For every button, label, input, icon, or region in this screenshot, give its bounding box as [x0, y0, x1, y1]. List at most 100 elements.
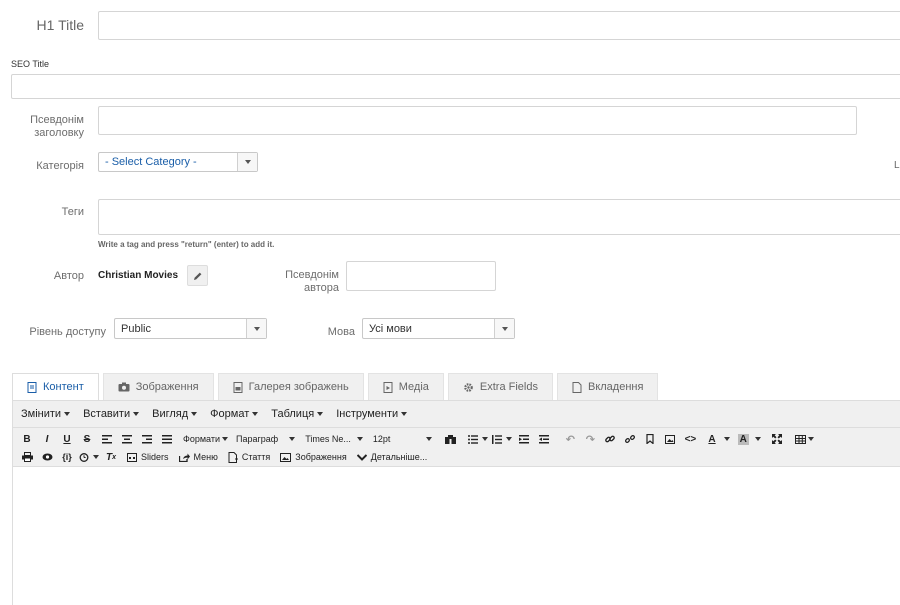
outdent-button[interactable]: [516, 430, 532, 448]
access-level-select[interactable]: Public: [114, 318, 267, 339]
bookmark-icon: [646, 434, 655, 444]
image-file-icon: [233, 381, 243, 393]
language-select[interactable]: Усі мови: [362, 318, 515, 339]
author-name: Christian Movies: [98, 270, 179, 281]
author-alias-input[interactable]: [346, 261, 496, 291]
insert-time-button[interactable]: [79, 448, 99, 466]
table-button[interactable]: [794, 430, 814, 448]
formats-dropdown[interactable]: Формати: [183, 430, 228, 448]
tab-extra-fields[interactable]: Extra Fields: [447, 373, 553, 400]
underline-button[interactable]: U: [59, 430, 75, 448]
chevron-down-icon: [506, 437, 513, 441]
gear-icon: [464, 382, 473, 392]
language-dropdown-arrow[interactable]: [494, 319, 514, 338]
file-icon: [572, 381, 582, 393]
access-level-label: Рівень доступу: [29, 326, 106, 338]
insert-image-module-button[interactable]: Зображення: [280, 448, 347, 466]
tab-media[interactable]: Медіа: [367, 373, 444, 400]
add-file-icon: [228, 451, 238, 463]
sliders-icon: [127, 452, 137, 462]
align-left-button[interactable]: [99, 430, 115, 448]
remove-link-button[interactable]: [622, 430, 638, 448]
code-sample-button[interactable]: {i}: [59, 448, 75, 466]
link-icon: [605, 435, 616, 443]
alarm-clock-icon: [79, 453, 89, 462]
access-dropdown-arrow[interactable]: [246, 319, 266, 338]
menu-view[interactable]: Вигляд: [152, 408, 198, 420]
insert-image-button[interactable]: [662, 430, 678, 448]
read-more-button[interactable]: Детальніше...: [356, 448, 427, 466]
source-code-button[interactable]: <>: [682, 430, 698, 448]
chevron-down-icon: [93, 455, 99, 459]
chevron-down-icon: [222, 437, 228, 441]
menu-module-button[interactable]: Меню: [178, 448, 218, 466]
chevron-down-bold-icon: [356, 453, 367, 461]
print-button[interactable]: [19, 448, 35, 466]
numbered-list-button[interactable]: [492, 430, 513, 448]
menu-tools[interactable]: Інструменти: [336, 408, 408, 420]
category-select[interactable]: - Select Category -: [98, 152, 258, 172]
chevron-down-icon: [289, 437, 296, 441]
author-alias-label: Псевдонім автора: [285, 269, 339, 294]
font-size-dropdown[interactable]: 12pt: [373, 430, 433, 448]
justify-icon: [162, 434, 172, 443]
strikethrough-button[interactable]: S: [79, 430, 95, 448]
tab-images[interactable]: Зображення: [102, 373, 214, 400]
document-icon: [27, 381, 37, 393]
tags-input[interactable]: [98, 199, 900, 235]
indent-button[interactable]: [536, 430, 552, 448]
editor-content-area[interactable]: [13, 467, 900, 605]
camera-icon: [118, 382, 130, 392]
italic-button[interactable]: I: [39, 430, 55, 448]
anchor-button[interactable]: [642, 430, 658, 448]
align-right-button[interactable]: [139, 430, 155, 448]
bullet-list-button[interactable]: [468, 430, 489, 448]
menu-edit[interactable]: Змінити: [21, 408, 71, 420]
text-color-button[interactable]: A: [708, 430, 730, 448]
menu-insert[interactable]: Вставити: [83, 408, 140, 420]
indent-icon: [539, 434, 550, 443]
undo-button[interactable]: ↶: [562, 430, 578, 448]
find-replace-button[interactable]: [442, 430, 458, 448]
numbered-list-icon: [492, 434, 503, 444]
category-label: Категорія: [36, 160, 84, 172]
tab-content[interactable]: Контент: [12, 373, 99, 400]
fullscreen-button[interactable]: [769, 430, 785, 448]
edit-author-button[interactable]: [187, 265, 208, 286]
chevron-down-icon: [191, 412, 198, 416]
h1-title-input[interactable]: [98, 11, 900, 40]
insert-article-button[interactable]: Стаття: [228, 448, 270, 466]
text-color-icon: A: [708, 433, 716, 445]
content-tabs: Контент Зображення Галерея зображень Мед…: [12, 373, 662, 400]
chevron-down-icon: [253, 326, 260, 331]
bold-button[interactable]: B: [19, 430, 35, 448]
preview-button[interactable]: [39, 448, 55, 466]
sliders-button[interactable]: Sliders: [127, 448, 169, 466]
align-center-button[interactable]: [119, 430, 135, 448]
redo-button[interactable]: ↷: [582, 430, 598, 448]
chevron-down-icon: [356, 437, 363, 441]
font-family-dropdown[interactable]: Times Ne...: [305, 430, 363, 448]
title-alias-input[interactable]: [98, 106, 857, 135]
background-color-icon: A: [737, 433, 749, 445]
menu-table[interactable]: Таблиця: [271, 408, 324, 420]
chevron-down-icon: [501, 326, 508, 331]
editor-menubar: Змінити Вставити Вигляд Формат Таблиця І…: [13, 401, 900, 428]
h1-title-label: H1 Title: [36, 17, 84, 33]
chevron-down-icon: [252, 412, 259, 416]
insert-link-button[interactable]: [602, 430, 618, 448]
right-edge-letter: L: [894, 160, 900, 171]
access-level-value: Public: [121, 322, 151, 335]
menu-format[interactable]: Формат: [210, 408, 259, 420]
paragraph-dropdown[interactable]: Параграф: [236, 430, 296, 448]
chevron-down-icon: [723, 437, 730, 441]
seo-title-input[interactable]: [11, 74, 900, 99]
chevron-down-icon: [807, 437, 814, 441]
justify-button[interactable]: [159, 430, 175, 448]
background-color-button[interactable]: A: [737, 430, 761, 448]
category-dropdown-arrow[interactable]: [237, 153, 257, 171]
tab-gallery[interactable]: Галерея зображень: [217, 373, 364, 400]
clear-formatting-button[interactable]: Tx: [103, 448, 119, 466]
toolbar-row-1: B I U S Формати Параграф Times Ne... 12p…: [19, 430, 818, 448]
tab-attachments[interactable]: Вкладення: [556, 373, 659, 400]
